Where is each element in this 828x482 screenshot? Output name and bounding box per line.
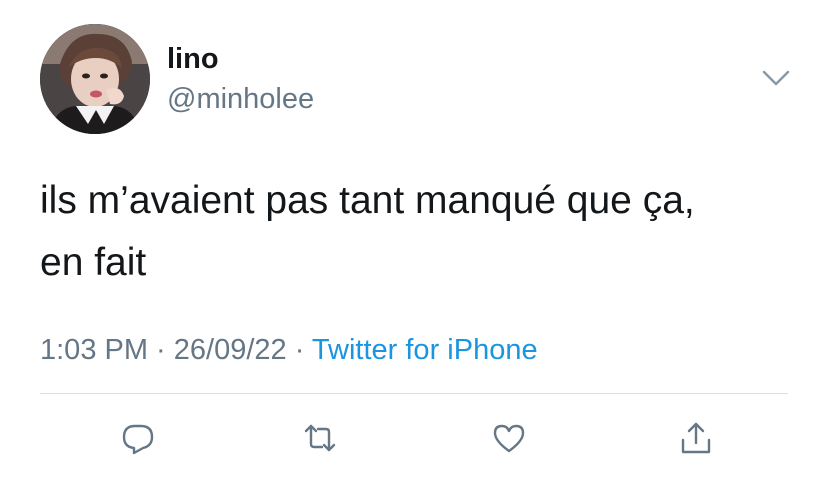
tweet-text: ils m’avaient pas tant manqué que ça, en… [40, 170, 800, 294]
tweet-time: 1:03 PM [40, 334, 148, 366]
retweet-icon [304, 424, 336, 452]
display-name[interactable]: lino [167, 42, 219, 76]
user-handle[interactable]: @minholee [167, 82, 314, 116]
tweet-source-link[interactable]: Twitter for iPhone [312, 334, 538, 366]
meta-separator: · [286, 334, 312, 366]
avatar[interactable] [40, 24, 150, 134]
reply-button[interactable] [118, 418, 158, 458]
tweet-text-line: en fait [40, 241, 147, 284]
share-button[interactable] [676, 418, 716, 458]
profile-photo [40, 24, 150, 134]
tweet-meta: 1:03 PM · 26/09/22 · Twitter for iPhone [40, 333, 538, 367]
reply-icon [122, 424, 154, 455]
tweet-card: lino @minholee ils m’avaient pas tant ma… [0, 0, 828, 482]
chevron-down-icon[interactable] [760, 64, 792, 92]
divider [40, 393, 788, 394]
share-icon [681, 422, 711, 454]
tweet-date: 26/09/22 [173, 334, 287, 366]
tweet-text-line: ils m’avaient pas tant manqué que ça, [40, 179, 695, 222]
like-button[interactable] [489, 418, 529, 458]
meta-separator: · [148, 334, 174, 366]
retweet-button[interactable] [300, 418, 340, 458]
like-icon [493, 424, 525, 453]
